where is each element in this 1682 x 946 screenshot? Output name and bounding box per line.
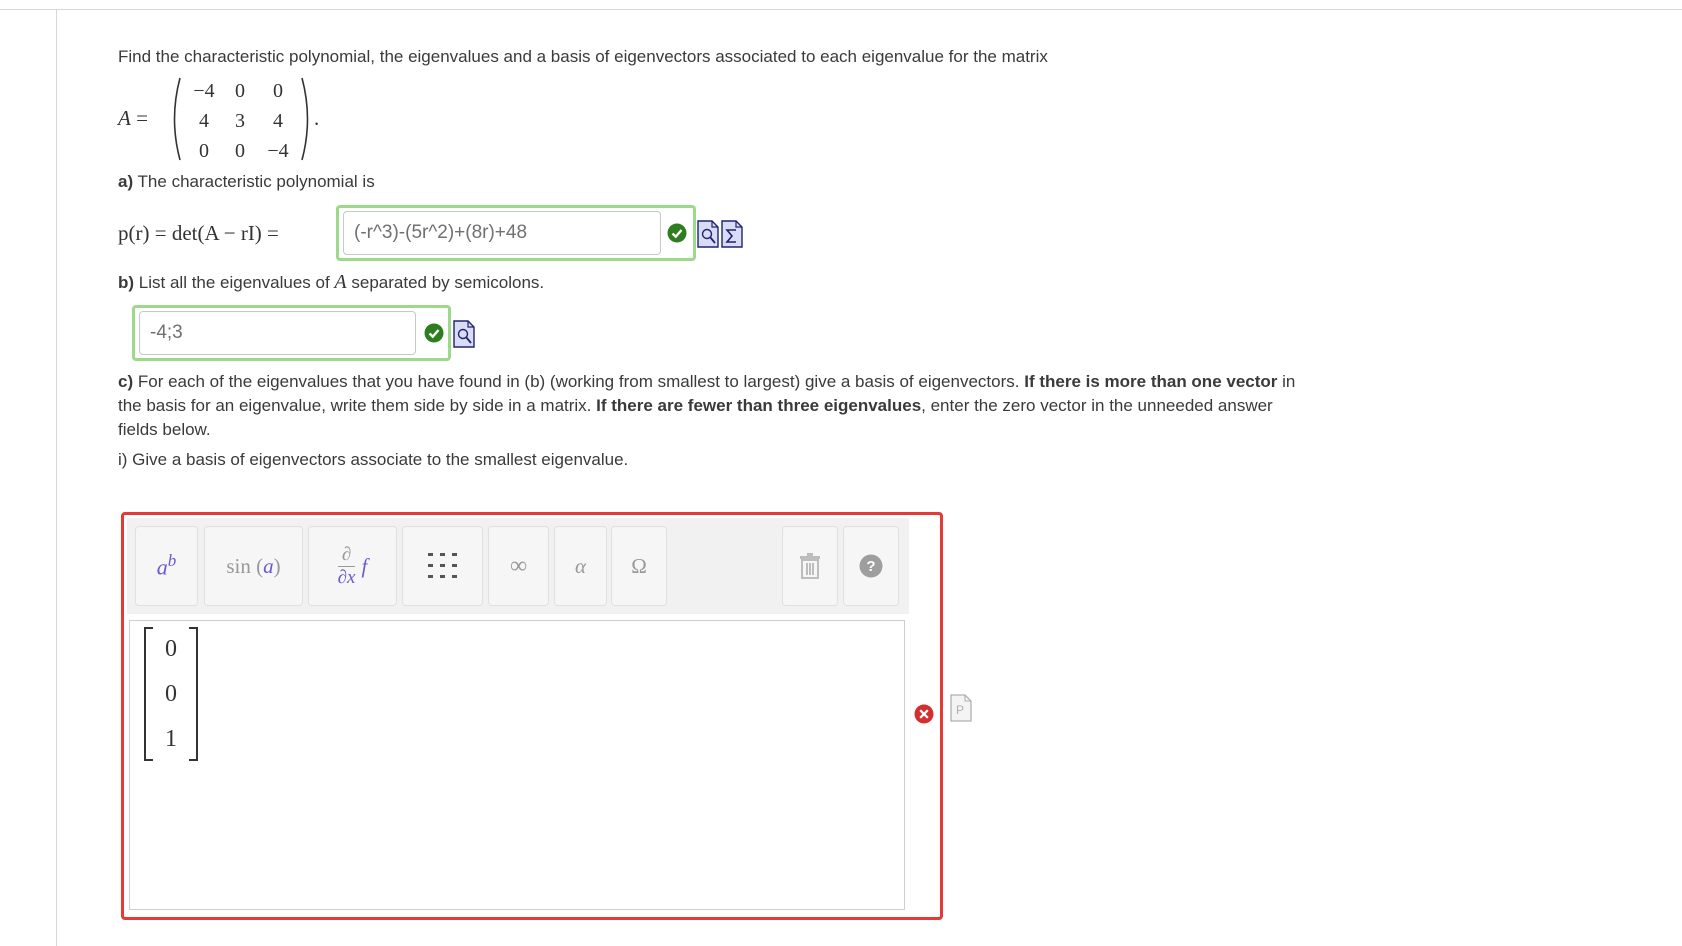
- symbols-button[interactable]: Ω: [611, 526, 667, 606]
- part-c-line-2: the basis for an eigenvalue, write them …: [118, 394, 1273, 418]
- preview-doc-icon[interactable]: [697, 220, 719, 248]
- part-c-label: c): [118, 372, 134, 391]
- part-c-line-3: fields below.: [118, 420, 211, 439]
- matrix-button[interactable]: [402, 526, 483, 606]
- part-c-sub-i: i) Give a basis of eigenvectors associat…: [118, 450, 629, 469]
- part-c-bold2: If there are fewer than three eigenvalue…: [596, 396, 922, 415]
- part-a-prompt: a) The characteristic polynomial is: [118, 170, 375, 194]
- alpha-icon: α: [574, 553, 587, 578]
- matrix-cell: −4: [193, 80, 215, 102]
- part-b-variable: A: [334, 271, 347, 293]
- equation-doc-icon[interactable]: [721, 220, 743, 248]
- math-editor-input[interactable]: 0 0 1: [129, 620, 905, 910]
- part-b-text-before: List all the eigenvalues of: [138, 273, 330, 292]
- vector-entry: 0: [165, 636, 177, 662]
- math-toolbar: ab sin (a) ∂ ∂x f ∞ α Ω ?: [127, 518, 909, 614]
- matrix-cell: 0: [273, 80, 283, 102]
- matrix-cell: 0: [199, 140, 209, 162]
- vector-entry: 1: [165, 726, 177, 752]
- svg-text:?: ?: [866, 558, 875, 575]
- matrix-period: .: [314, 106, 320, 130]
- part-c-seg2: in: [1282, 372, 1296, 391]
- calculus-button[interactable]: ∂ ∂x f: [308, 526, 397, 606]
- part-c-seg1: For each of the eigenvalues that you hav…: [137, 372, 1020, 391]
- part-b-text-after: separated by semicolons.: [351, 273, 545, 292]
- left-paren-icon: [173, 77, 181, 161]
- problem-intro: Find the characteristic polynomial, the …: [118, 47, 1048, 66]
- greek-button[interactable]: α: [554, 526, 607, 606]
- omega-icon: Ω: [631, 553, 647, 578]
- derivative-icon: ∂ ∂x f: [337, 543, 368, 588]
- svg-text:P: P: [956, 703, 964, 717]
- part-c-line2b: , enter the zero vector in the unneeded …: [921, 396, 1273, 415]
- matrix-grid-icon: [427, 553, 457, 578]
- vector-values: 0 0 1: [153, 627, 189, 762]
- matrix-cell: 3: [235, 110, 245, 132]
- infinity-icon: ∞: [509, 552, 528, 579]
- infinity-button[interactable]: ∞: [488, 526, 549, 606]
- help-button[interactable]: ?: [843, 526, 899, 606]
- part-b-prompt: b) List all the eigenvalues of A separat…: [118, 270, 544, 295]
- top-divider: [0, 9, 1682, 10]
- part-c-bold1: If there is more than one vector: [1024, 372, 1278, 391]
- functions-button[interactable]: sin (a): [204, 526, 303, 606]
- part-a-answer-input[interactable]: (-r^3)-(5r^2)+(8r)+48: [343, 211, 661, 255]
- incorrect-x-icon: [914, 704, 934, 724]
- matrix-cell: 4: [199, 110, 209, 132]
- superscript-icon: ab: [156, 551, 177, 580]
- matrix-label: A =: [118, 106, 148, 130]
- help-icon: ?: [859, 554, 883, 578]
- trash-icon: [800, 553, 820, 579]
- matrix-variable: A: [118, 106, 131, 130]
- superscript-button[interactable]: ab: [135, 526, 198, 606]
- answer-preview-doc-icon[interactable]: P: [950, 694, 972, 722]
- correct-check-icon: [424, 323, 444, 343]
- part-a-text: The characteristic polynomial is: [137, 172, 375, 191]
- answer-vector: 0 0 1: [144, 627, 198, 761]
- left-bracket-icon: [144, 627, 153, 761]
- trash-button[interactable]: [782, 526, 838, 606]
- right-bracket-icon: [189, 627, 198, 761]
- matrix-grid: −4 0 0 4 3 4 0 0 −4: [186, 76, 298, 166]
- part-c-line-1: c) For each of the eigenvalues that you …: [118, 370, 1295, 394]
- part-a-formula: p(r) = det(A − rI) =: [118, 221, 279, 245]
- matrix-cell: −4: [267, 140, 289, 162]
- matrix-cell: 4: [273, 110, 283, 132]
- preview-doc-icon[interactable]: [453, 320, 475, 348]
- sine-icon: sin (a): [226, 553, 281, 578]
- right-paren-icon: [301, 77, 309, 161]
- correct-check-icon: [667, 223, 687, 243]
- part-b-answer-input[interactable]: -4;3: [139, 311, 416, 355]
- part-b-label: b): [118, 273, 135, 292]
- part-a-label: a): [118, 172, 134, 191]
- left-divider: [56, 9, 57, 946]
- matrix-cell: 0: [235, 80, 245, 102]
- vector-entry: 0: [165, 681, 177, 707]
- matrix-cell: 0: [235, 140, 245, 162]
- part-c-line2a: the basis for an eigenvalue, write them …: [118, 396, 592, 415]
